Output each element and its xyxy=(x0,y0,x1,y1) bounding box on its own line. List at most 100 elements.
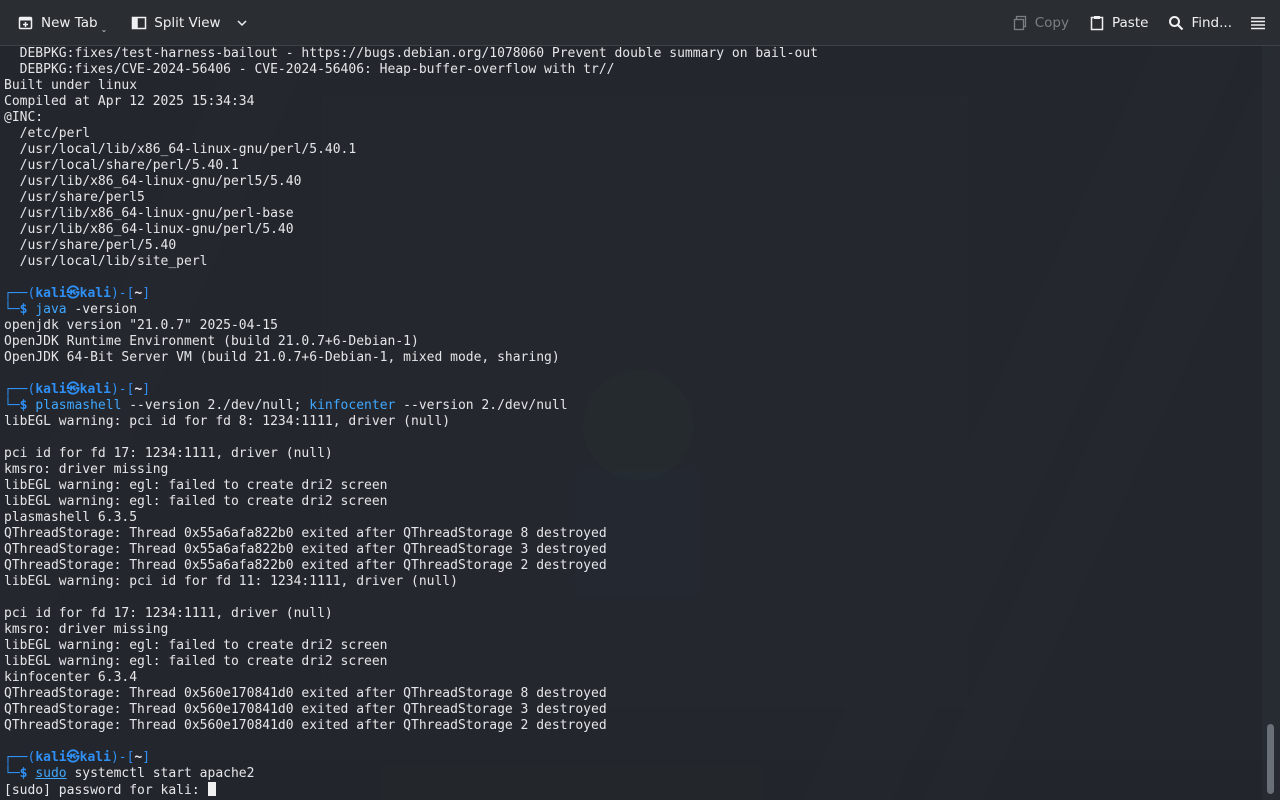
prompt-bracket: └─ xyxy=(4,302,20,317)
command-args: systemctl start apache2 xyxy=(66,766,255,781)
output-line: DEBPKG:fixes/CVE-2024-56406 - CVE-2024-5… xyxy=(4,62,615,77)
output-line: /usr/local/lib/x86_64-linux-gnu/perl/5.4… xyxy=(4,142,357,157)
prompt-bracket: └─ xyxy=(4,766,20,781)
output-line: QThreadStorage: Thread 0x560e170841d0 ex… xyxy=(4,702,607,717)
output-line: OpenJDK Runtime Environment (build 21.0.… xyxy=(4,334,419,349)
prompt-bracket: ] xyxy=(142,286,151,301)
prompt-user-host: kali㉿kali xyxy=(35,286,111,301)
output-line: libEGL warning: egl: failed to create dr… xyxy=(4,654,388,669)
output-line: Compiled at Apr 12 2025 15:34:34 xyxy=(4,94,255,109)
output-line: openjdk version "21.0.7" 2025-04-15 xyxy=(4,318,278,333)
output-line: kmsro: driver missing xyxy=(4,462,169,477)
output-line: libEGL warning: egl: failed to create dr… xyxy=(4,494,388,509)
split-view-label: Split View xyxy=(154,14,221,31)
hamburger-menu-button[interactable] xyxy=(1242,7,1274,39)
output-line: pci id for fd 17: 1234:1111, driver (nul… xyxy=(4,606,333,621)
command-name: plasmashell xyxy=(35,398,122,413)
output-line: /usr/share/perl/5.40 xyxy=(4,238,177,253)
chevron-down-icon[interactable] xyxy=(234,15,250,31)
prompt-bracket: )-[ xyxy=(110,382,135,397)
output-line: DEBPKG:fixes/test-harness-bailout - http… xyxy=(4,46,818,61)
command-line: └─$ plasmashell --version 2./dev/null; k… xyxy=(4,398,818,414)
split-view-button[interactable]: Split View xyxy=(121,7,259,39)
new-tab-button[interactable]: New Tab ⌄ xyxy=(8,7,121,39)
output-line: @INC: xyxy=(4,110,44,125)
prompt-bracket: ] xyxy=(142,382,151,397)
terminal-scrollbar-thumb[interactable] xyxy=(1267,724,1274,794)
output-line: libEGL warning: pci id for fd 11: 1234:1… xyxy=(4,574,458,589)
output-line: /usr/share/perl5 xyxy=(4,190,145,205)
paste-label: Paste xyxy=(1112,14,1149,31)
search-icon xyxy=(1168,15,1184,31)
new-tab-dropdown-icon[interactable]: ⌄ xyxy=(101,25,108,34)
output-line: QThreadStorage: Thread 0x55a6afa822b0 ex… xyxy=(4,542,607,557)
password-prompt-line: [sudo] password for kali: xyxy=(4,782,818,798)
terminal-view[interactable]: DEBPKG:fixes/test-harness-bailout - http… xyxy=(0,46,1262,800)
copy-button[interactable]: Copy xyxy=(1002,7,1079,39)
command-separator: ; xyxy=(293,398,310,413)
paste-icon xyxy=(1089,15,1105,31)
prompt-bracket: )-[ xyxy=(110,750,135,765)
copy-icon xyxy=(1012,15,1028,31)
prompt-bracket: └─ xyxy=(4,398,20,413)
prompt-line: ┌──(kali㉿kali)-[~] xyxy=(4,286,818,302)
command-line: └─$ java -version xyxy=(4,302,818,318)
output-line: QThreadStorage: Thread 0x560e170841d0 ex… xyxy=(4,718,607,733)
command-name: java xyxy=(35,302,67,317)
output-line: libEGL warning: egl: failed to create dr… xyxy=(4,478,388,493)
command-line: └─$ sudo systemctl start apache2 xyxy=(4,766,818,782)
prompt-symbol: $ xyxy=(19,398,36,413)
output-line: kmsro: driver missing xyxy=(4,622,169,637)
hamburger-menu-icon xyxy=(1250,15,1266,31)
output-line: plasmashell 6.3.5 xyxy=(4,510,138,525)
terminal-toolbar: New Tab ⌄ Split View Copy Paste Find... xyxy=(0,0,1280,46)
command-name: kinfocenter xyxy=(309,398,396,413)
command-args: -version xyxy=(66,302,138,317)
terminal-output: DEBPKG:fixes/test-harness-bailout - http… xyxy=(4,46,818,798)
new-tab-label: New Tab xyxy=(41,14,98,31)
output-line: QThreadStorage: Thread 0x560e170841d0 ex… xyxy=(4,686,607,701)
prompt-symbol: $ xyxy=(19,302,36,317)
prompt-user-host: kali㉿kali xyxy=(35,382,111,397)
text-cursor[interactable] xyxy=(207,782,216,796)
output-line: /usr/local/lib/site_perl xyxy=(4,254,208,269)
command-name: sudo xyxy=(35,766,67,781)
prompt-line: ┌──(kali㉿kali)-[~] xyxy=(4,750,818,766)
prompt-user-host: kali㉿kali xyxy=(35,750,111,765)
output-line: QThreadStorage: Thread 0x55a6afa822b0 ex… xyxy=(4,526,607,541)
terminal-scrollbar[interactable] xyxy=(1262,46,1280,800)
find-button[interactable]: Find... xyxy=(1158,7,1242,39)
output-line: pci id for fd 17: 1234:1111, driver (nul… xyxy=(4,446,333,461)
copy-label: Copy xyxy=(1034,14,1069,31)
command-args: --version 2./dev/null xyxy=(395,398,568,413)
output-line: Built under linux xyxy=(4,78,138,93)
paste-button[interactable]: Paste xyxy=(1079,7,1158,39)
output-line: kinfocenter 6.3.4 xyxy=(4,670,138,685)
output-line: /usr/lib/x86_64-linux-gnu/perl5/5.40 xyxy=(4,174,302,189)
split-view-icon xyxy=(131,15,147,31)
prompt-symbol: $ xyxy=(19,766,36,781)
output-line: libEGL warning: egl: failed to create dr… xyxy=(4,638,388,653)
output-line: libEGL warning: pci id for fd 8: 1234:11… xyxy=(4,414,451,429)
output-line: /usr/lib/x86_64-linux-gnu/perl/5.40 xyxy=(4,222,294,237)
output-line: /usr/lib/x86_64-linux-gnu/perl-base xyxy=(4,206,294,221)
command-args: --version 2./dev/null xyxy=(121,398,294,413)
output-line: QThreadStorage: Thread 0x55a6afa822b0 ex… xyxy=(4,558,607,573)
password-prompt: [sudo] password for kali: xyxy=(4,783,208,798)
output-line: /usr/local/share/perl/5.40.1 xyxy=(4,158,239,173)
prompt-bracket: ┌──( xyxy=(4,286,36,301)
output-line: OpenJDK 64-Bit Server VM (build 21.0.7+6… xyxy=(4,350,560,365)
prompt-line: ┌──(kali㉿kali)-[~] xyxy=(4,382,818,398)
prompt-bracket: ┌──( xyxy=(4,382,36,397)
prompt-bracket: ] xyxy=(142,750,151,765)
find-label: Find... xyxy=(1191,14,1232,31)
output-line: /etc/perl xyxy=(4,126,91,141)
prompt-bracket: )-[ xyxy=(110,286,135,301)
prompt-bracket: ┌──( xyxy=(4,750,36,765)
new-tab-icon xyxy=(18,15,34,31)
